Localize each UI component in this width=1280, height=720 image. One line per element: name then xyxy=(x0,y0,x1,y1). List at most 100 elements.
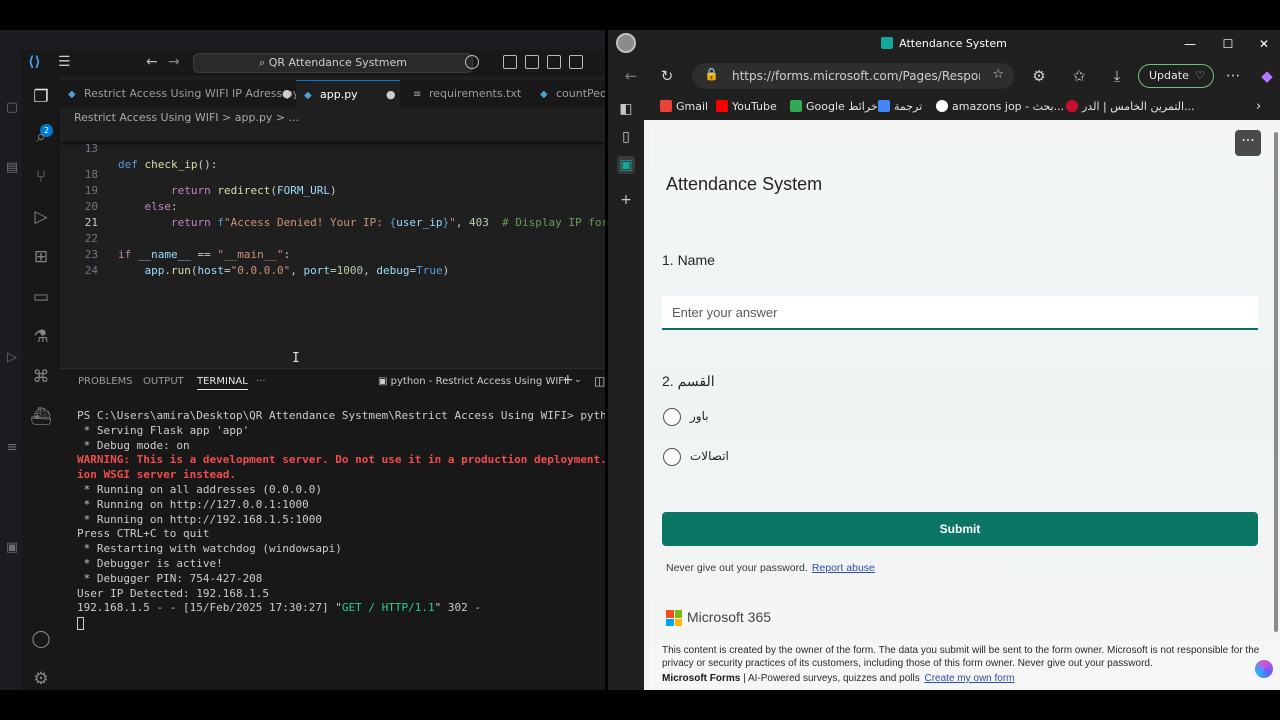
copilot-floating-icon[interactable] xyxy=(1255,660,1273,678)
command-center-search[interactable]: ⌕ QR Attendance Systmem xyxy=(193,53,473,73)
code-line: 24 xyxy=(60,247,608,277)
update-button[interactable]: Update ♡ xyxy=(1138,64,1214,88)
tab-requirements[interactable]: ≡ requirements.txt xyxy=(405,80,525,107)
panel-more-button[interactable]: ··· xyxy=(256,375,266,389)
bookmark-google-maps[interactable]: Google خرائط xyxy=(790,94,878,120)
tab-restrict-access[interactable]: ◆ Restrict Access Using WIFI IP Adress.py… xyxy=(60,80,296,107)
forward-arrow-icon[interactable]: → xyxy=(168,54,180,70)
customize-layout-icon[interactable] xyxy=(569,55,583,69)
tab-app-py[interactable]: ◆ app.py ● xyxy=(296,80,400,107)
new-tab-plus-icon[interactable]: + xyxy=(617,191,635,209)
terminal-line: * Running on http://192.168.1.5:1000 xyxy=(77,512,323,526)
tab-countpeople[interactable]: ◆ countPeop xyxy=(532,80,608,107)
search-icon[interactable]: ⌕ xyxy=(30,126,52,148)
source-control-icon[interactable]: ⑂ xyxy=(30,166,52,188)
bookmark-youtube[interactable]: YouTube xyxy=(716,94,777,120)
terminal-instance-label[interactable]: ▣ python - Restrict Access Using WIFI xyxy=(378,375,567,389)
password-note: Never give out your password. Report abus… xyxy=(666,562,875,574)
maximize-button[interactable]: ☐ xyxy=(1210,30,1246,58)
code-line: 23 app.run(host="0.0.0.0", port=1000, de… xyxy=(60,231,608,277)
new-terminal-plus-icon[interactable]: + xyxy=(562,372,574,388)
tab-output[interactable]: OUTPUT xyxy=(143,375,184,389)
run-debug-icon[interactable]: ▷ xyxy=(30,206,52,228)
terminal-prompt[interactable] xyxy=(77,616,607,631)
terminal-icon: ▣ xyxy=(5,540,19,555)
submit-button[interactable]: Submit xyxy=(662,512,1258,546)
bookmark-exercise[interactable]: التمرين الخامس | الدر... xyxy=(1066,94,1195,120)
remote-explorer-icon[interactable]: ▭ xyxy=(30,286,52,308)
explorer-icon[interactable]: ❐ xyxy=(30,86,52,108)
refresh-icon[interactable]: ↻ xyxy=(658,67,676,85)
code-text: app.run(host="0.0.0.0", port=1000, debug… xyxy=(144,264,450,277)
radio-button[interactable] xyxy=(663,408,681,426)
terminal-line: * Serving Flask app 'app' xyxy=(77,423,250,437)
activity-bar: ❐ 2 ⌕ ⑂ ▷ ⊞ ▭ ⚗ ⌘ ⛴ ◯ ⚙ xyxy=(22,76,60,690)
chevron-right-icon[interactable]: › xyxy=(1256,94,1261,120)
toggle-primary-sidebar-icon[interactable] xyxy=(503,55,517,69)
flag-icon xyxy=(1066,100,1078,112)
extensions-icon[interactable]: ⚙ xyxy=(1030,67,1048,85)
bookmark-translate[interactable]: ترجمة xyxy=(878,94,922,120)
docker-icon[interactable]: ⛴ xyxy=(30,406,52,428)
forms-tab-icon[interactable]: ▣ xyxy=(617,156,635,174)
breadcrumb[interactable]: Restrict Access Using WIFI > app.py > ..… xyxy=(74,110,299,126)
profile-avatar[interactable] xyxy=(616,33,636,53)
edge-titlebar: Attendance System — ☐ ✕ xyxy=(608,30,1280,58)
python-icon[interactable]: ⌘ xyxy=(30,366,52,388)
tab-actions-icon[interactable]: ◧ xyxy=(617,100,635,118)
terminal-cursor xyxy=(77,616,84,630)
address-bar[interactable]: 🔒 https://forms.microsoft.com/Pages/Resp… xyxy=(692,63,1014,89)
testing-icon[interactable]: ⚗ xyxy=(30,326,52,348)
tab-label: Restrict Access Using WIFI IP Adress.py xyxy=(84,87,296,100)
gear-icon[interactable]: ⚙ xyxy=(30,668,52,690)
toggle-panel-icon[interactable] xyxy=(525,55,539,69)
doc-icon: ▢ xyxy=(5,100,19,115)
page-tab-icon[interactable]: ▯ xyxy=(617,128,635,146)
copilot-icon[interactable]: ◆ xyxy=(1258,67,1276,85)
back-arrow-icon[interactable]: ← xyxy=(622,67,640,85)
terminal-line: 192.168.1.5 - - [15/Feb/2025 17:30:27] "… xyxy=(77,601,481,615)
favorite-star-icon[interactable]: ☆ xyxy=(992,67,1004,82)
minimize-button[interactable]: — xyxy=(1172,30,1208,58)
microsoft-365-brand: Microsoft 365 xyxy=(687,609,772,625)
hamburger-menu-icon[interactable]: ☰ xyxy=(58,54,74,70)
search-icon: ⌕ xyxy=(259,56,269,69)
terminal-output[interactable]: PS C:\Users\amira\Desktop\QR Attendance … xyxy=(77,409,607,631)
toggle-secondary-sidebar-icon[interactable] xyxy=(547,55,561,69)
extensions-icon[interactable]: ⊞ xyxy=(30,246,52,268)
terminal-line: Press CTRL+C to quit xyxy=(77,527,210,541)
question-department-label: 2. القسم xyxy=(662,373,715,389)
tab-terminal[interactable]: TERMINAL xyxy=(197,375,248,390)
terminal-line: * Debug mode: on xyxy=(77,438,190,452)
terminal-warning-line: WARNING: This is a development server. D… xyxy=(77,453,607,467)
bookmark-amazons-jop[interactable]: amazons jop - بحث... xyxy=(936,94,1064,120)
radio-button[interactable] xyxy=(663,448,681,466)
favorites-icon[interactable]: ✩ xyxy=(1070,67,1088,85)
mouse-ibeam-cursor-icon: I xyxy=(292,351,300,366)
chevron-down-icon[interactable]: ⌄ xyxy=(574,375,582,385)
account-icon[interactable]: ◯ xyxy=(30,628,52,650)
page-scrollbar[interactable] xyxy=(1274,132,1278,632)
code-editor[interactable]: 18 return redirect(FORM_URL) 19 else: 20… xyxy=(60,125,608,414)
back-arrow-icon[interactable]: ← xyxy=(146,54,158,70)
copilot-icon[interactable] xyxy=(465,55,479,69)
bookmark-gmail[interactable]: Gmail xyxy=(660,94,708,120)
more-options-icon[interactable]: ··· xyxy=(1224,67,1242,85)
unsaved-dot: ● xyxy=(282,87,292,100)
url-text: https://forms.microsoft.com/Pages/Respon… xyxy=(732,69,980,83)
sticky-scroll-line[interactable]: 13 def check_ip(): xyxy=(60,125,608,171)
tab-problems[interactable]: PROBLEMS xyxy=(78,375,133,389)
split-terminal-icon[interactable]: ◫ xyxy=(594,374,605,388)
heart-icon: ♡ xyxy=(1195,69,1205,82)
gmail-icon xyxy=(660,100,672,112)
terminal-line: * Debugger is active! xyxy=(77,556,223,570)
code-line: 21 xyxy=(60,199,608,229)
more-options-button[interactable]: ··· xyxy=(1235,130,1261,156)
code-line: 20 return f"Access Denied! Your IP: {use… xyxy=(60,183,608,229)
vscode-window: ⟨⟩ ☰ ← → ⌕ QR Attendance Systmem ❐ 2 ⌕ ⑂… xyxy=(22,50,608,690)
create-form-link[interactable]: Create my own form xyxy=(924,673,1014,684)
name-input[interactable] xyxy=(662,296,1258,330)
close-button[interactable]: ✕ xyxy=(1246,30,1280,58)
downloads-icon[interactable]: ⤓ xyxy=(1108,67,1126,85)
report-abuse-link[interactable]: Report abuse xyxy=(812,562,875,574)
